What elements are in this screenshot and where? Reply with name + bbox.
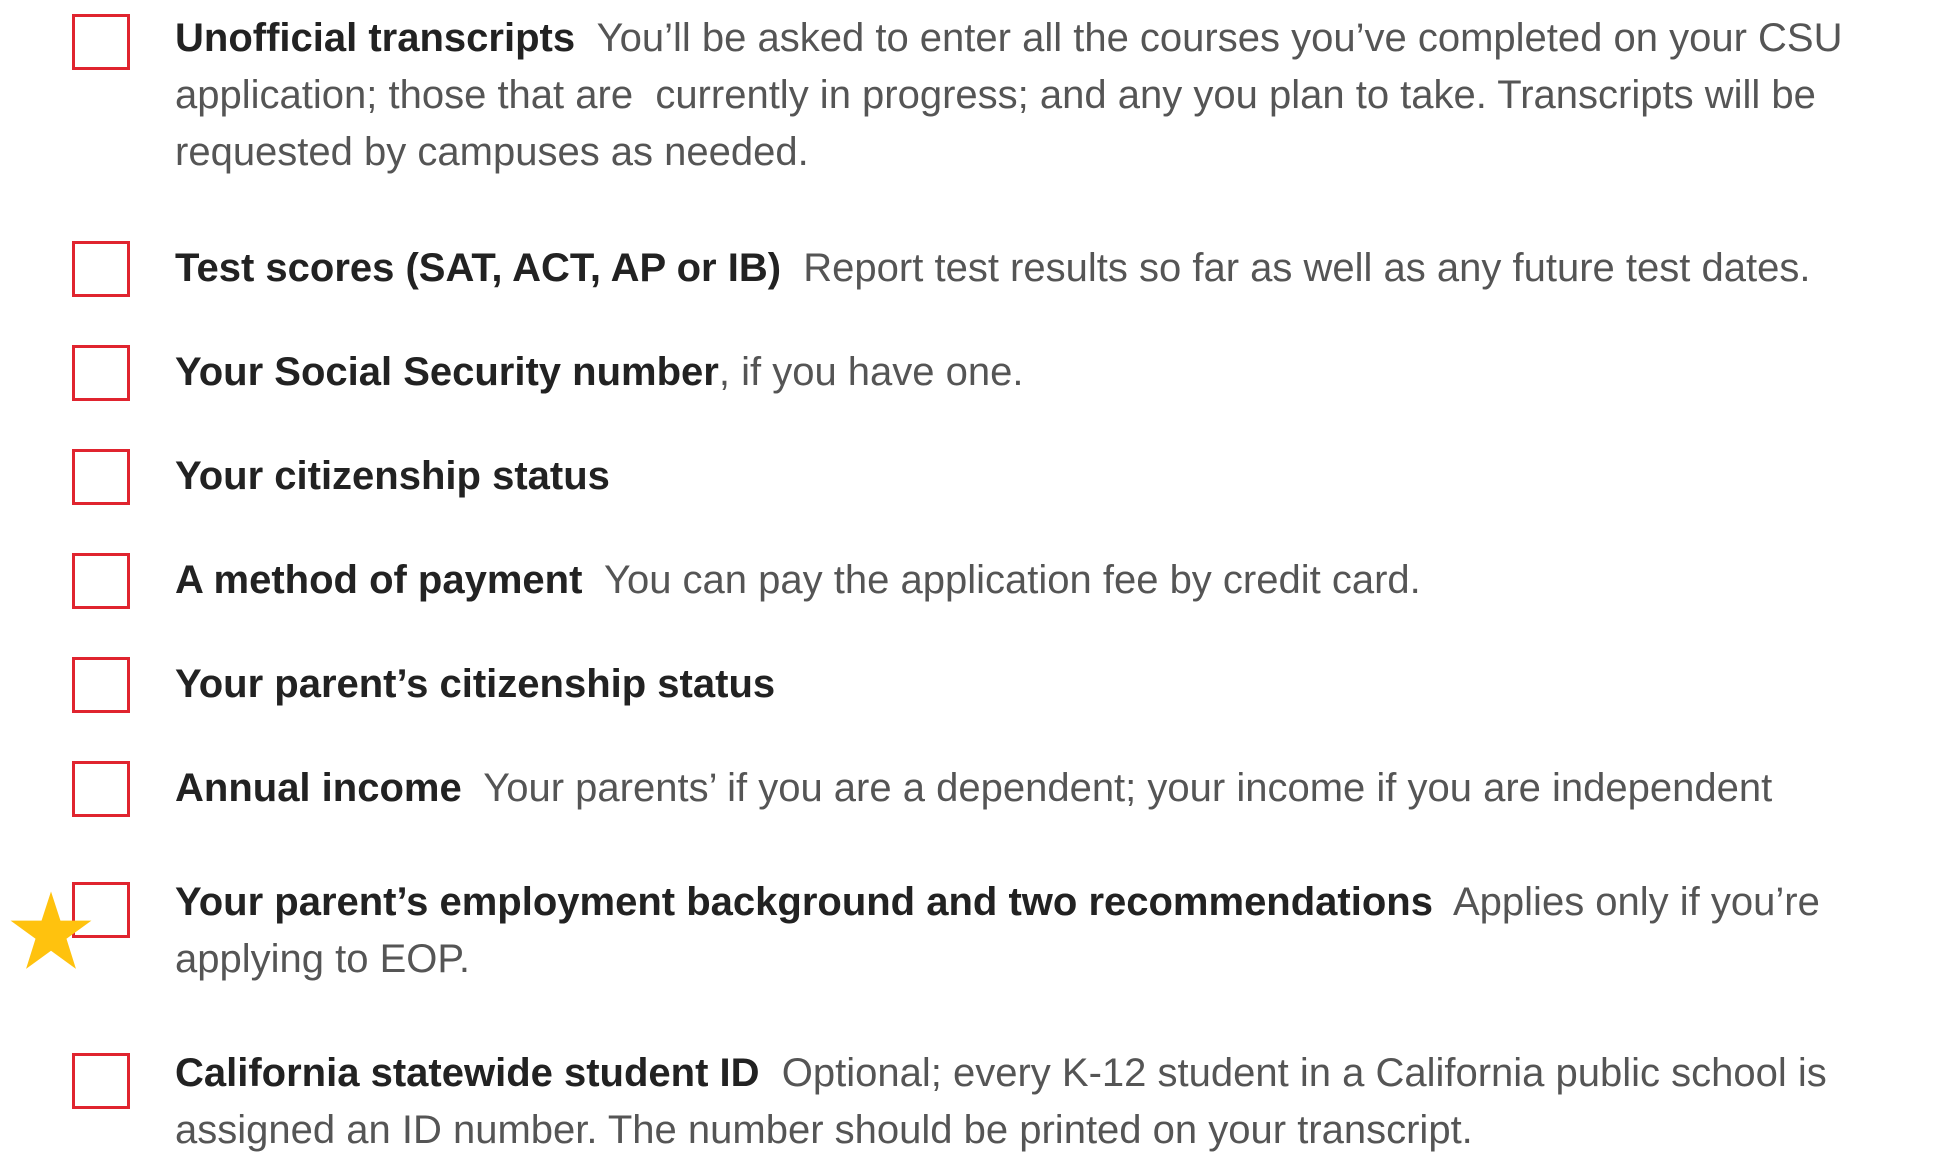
item-line: Your citizenship status (175, 448, 1920, 505)
checkbox[interactable] (72, 1053, 130, 1109)
star-icon (10, 891, 92, 969)
item-description-line: application; those that are currently in… (175, 73, 1816, 117)
item-text: Your parent’s employment background and … (175, 874, 1920, 988)
item-text: A method of payment You can pay the appl… (175, 552, 1920, 609)
item-title: Your parent’s employment background and … (175, 880, 1433, 924)
separator (760, 1051, 782, 1095)
item-line: Annual income Your parents’ if you are a… (175, 760, 1920, 817)
checkbox[interactable] (72, 761, 130, 817)
item-text: Your Social Security number, if you have… (175, 344, 1920, 401)
item-text: California statewide student ID Optional… (175, 1045, 1920, 1159)
separator (575, 16, 597, 60)
item-description-line: assigned an ID number. The number should… (175, 1108, 1473, 1152)
separator (781, 246, 803, 290)
item-title: Your parent’s citizenship status (175, 662, 776, 706)
item-text: Unofficial transcripts You’ll be asked t… (175, 10, 1920, 181)
item-title: A method of payment (175, 558, 583, 602)
item-description-line: applying to EOP. (175, 937, 471, 981)
checkbox[interactable] (72, 449, 130, 505)
item-title: Unofficial transcripts (175, 16, 576, 60)
item-description: Optional; every K-12 student in a Califo… (781, 1051, 1827, 1095)
item-text: Annual income Your parents’ if you are a… (175, 760, 1920, 817)
checkbox[interactable] (72, 14, 130, 70)
item-line: Test scores (SAT, ACT, AP or IB) Report … (175, 240, 1920, 297)
checkbox[interactable] (72, 657, 130, 713)
item-text: Your citizenship status (175, 448, 1920, 505)
item-description: , if you have one. (718, 350, 1024, 394)
item-description: Your parents’ if you are a dependent; yo… (483, 766, 1773, 810)
item-line: A method of payment You can pay the appl… (175, 552, 1920, 609)
separator (462, 766, 484, 810)
item-text: Test scores (SAT, ACT, AP or IB) Report … (175, 240, 1920, 297)
item-description: Applies only if you’re (1453, 880, 1820, 924)
checkbox[interactable] (72, 553, 130, 609)
item-line: Unofficial transcripts You’ll be asked t… (175, 10, 1920, 67)
item-line: California statewide student ID Optional… (175, 1045, 1920, 1102)
item-description-line: requested by campuses as needed. (175, 130, 809, 174)
item-title: Your Social Security number (175, 350, 719, 394)
separator (582, 558, 604, 602)
item-title: California statewide student ID (175, 1051, 760, 1095)
item-title: Your citizenship status (175, 454, 610, 498)
item-line: Your parent’s citizenship status (175, 656, 1920, 713)
separator (1433, 880, 1453, 924)
checkbox[interactable] (72, 241, 130, 297)
checkbox[interactable] (72, 345, 130, 401)
item-title: Annual income (175, 766, 462, 810)
item-title: Test scores (SAT, ACT, AP or IB) (175, 246, 782, 290)
item-line: Your Social Security number, if you have… (175, 344, 1920, 401)
item-description: Report test results so far as well as an… (803, 246, 1811, 290)
item-description: You can pay the application fee by credi… (603, 558, 1421, 602)
item-description: You’ll be asked to enter all the courses… (596, 16, 1843, 60)
item-line: Your parent’s employment background and … (175, 874, 1920, 931)
item-text: Your parent’s citizenship status (175, 656, 1920, 713)
